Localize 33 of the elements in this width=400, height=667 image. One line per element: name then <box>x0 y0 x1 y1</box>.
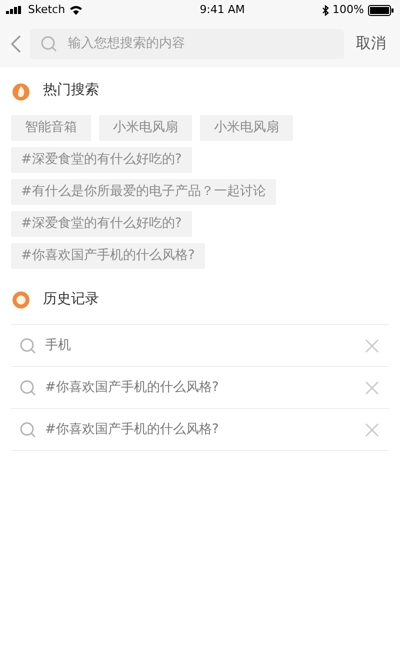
tag-chip[interactable]: 智能音箱 <box>11 115 91 141</box>
search-icon <box>19 378 37 396</box>
tag-chip[interactable]: #有什么是你所最爱的电子产品？一起讨论 <box>11 179 276 205</box>
history-text: #你喜欢国产手机的什么风格? <box>45 420 220 439</box>
search-icon <box>40 34 58 52</box>
history-item[interactable]: 手机 <box>11 325 389 367</box>
section-title: 历史记录 <box>43 290 99 309</box>
history-item[interactable]: #你喜欢国产手机的什么风格? <box>11 409 389 451</box>
carrier-text: Sketch <box>28 2 66 18</box>
search-icon <box>19 420 37 438</box>
battery-text: 100% <box>332 2 364 18</box>
search-icon <box>19 336 37 354</box>
bluetooth-icon <box>322 4 329 16</box>
close-icon[interactable] <box>365 422 379 436</box>
time-text: 9:41 AM <box>200 2 245 18</box>
battery-icon <box>368 4 394 16</box>
history-text: #你喜欢国产手机的什么风格? <box>45 378 220 397</box>
wifi-icon <box>69 5 84 15</box>
tag-chip[interactable]: 小米电风扇 <box>99 115 192 141</box>
tag-chip[interactable]: 小米电风扇 <box>200 115 293 141</box>
tag-chip[interactable]: #你喜欢国产手机的什么风格? <box>11 243 205 269</box>
history-text: 手机 <box>45 336 72 355</box>
tag-chip[interactable]: #深爱食堂的有什么好吃的? <box>11 147 192 173</box>
section-title: 热门搜索 <box>43 81 99 100</box>
flame-icon <box>11 80 31 100</box>
close-icon[interactable] <box>365 338 379 352</box>
back-icon[interactable] <box>10 34 22 52</box>
tag-chip[interactable]: #深爱食堂的有什么好吃的? <box>11 211 192 237</box>
cancel-button[interactable]: 取消 <box>352 32 390 55</box>
history-item[interactable]: #你喜欢国产手机的什么风格? <box>11 367 389 409</box>
close-icon[interactable] <box>365 380 379 394</box>
search-field[interactable]: 输入您想搜索的内容 <box>30 28 344 58</box>
signal-icon <box>6 6 24 14</box>
